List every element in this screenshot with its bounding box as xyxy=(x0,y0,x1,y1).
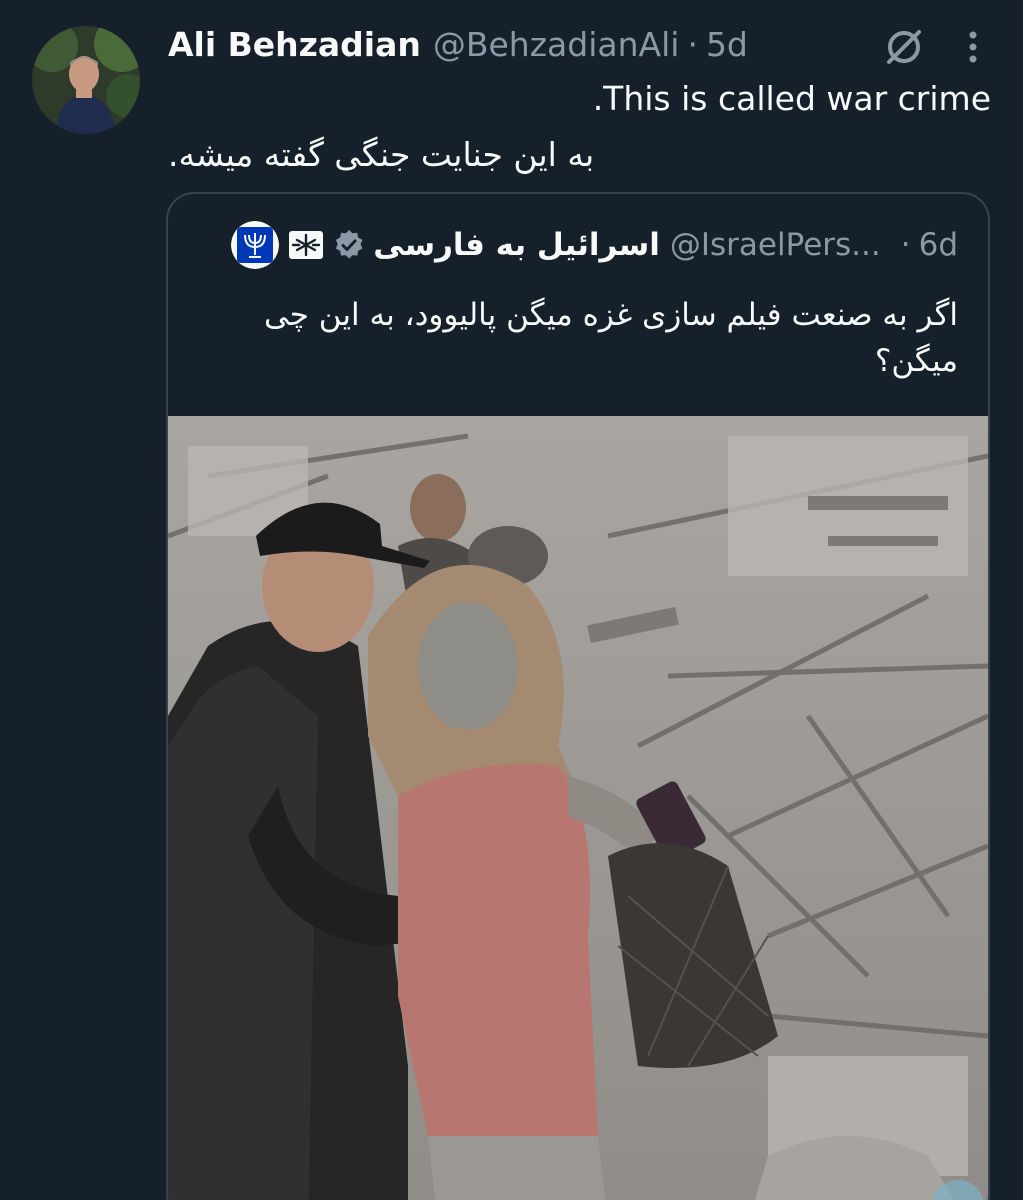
separator-dot: · xyxy=(687,24,698,64)
flag-emoji xyxy=(289,231,324,259)
verified-badge xyxy=(333,229,365,261)
quote-author-display-name[interactable]: اسرائیل به فارسی xyxy=(373,227,660,263)
header-actions xyxy=(881,24,983,70)
tweet-text-english: .This is called war crime xyxy=(168,78,991,120)
quote-author-handle[interactable]: @IsraelPers... xyxy=(670,227,881,263)
snowflake-flag-icon xyxy=(289,231,324,259)
tweet-header: Ali Behzadian @BehzadianAli · 5d xyxy=(168,18,983,70)
author-display-name[interactable]: Ali Behzadian xyxy=(168,25,421,64)
more-button[interactable] xyxy=(963,29,983,65)
verified-badge-icon xyxy=(336,229,363,259)
tweet-timestamp[interactable]: 5d xyxy=(706,25,748,64)
tweet-text-persian: به این جنایت جنگی گفته میشه. xyxy=(168,135,595,174)
avatar[interactable] xyxy=(32,26,140,134)
quote-separator-dot: · xyxy=(900,227,911,263)
vertical-dots-icon xyxy=(969,31,977,63)
quote-header: 6d · @IsraelPers... اسرائیل به فارسی xyxy=(198,221,958,269)
tweet-card[interactable]: Ali Behzadian @BehzadianAli · 5d .This i… xyxy=(0,0,1023,1200)
slashed-circle-icon xyxy=(887,30,921,64)
quote-avatar[interactable] xyxy=(231,221,280,269)
menorah-emblem-icon xyxy=(231,221,280,269)
quoted-tweet[interactable]: 6d · @IsraelPers... اسرائیل به فارسی اگر… xyxy=(166,192,990,1200)
grok-button[interactable] xyxy=(881,24,927,70)
avatar-photo xyxy=(32,26,140,134)
quote-timestamp[interactable]: 6d xyxy=(919,227,958,263)
rubble-photo xyxy=(168,416,988,1200)
quote-media-image[interactable] xyxy=(168,416,988,1200)
author-handle[interactable]: @BehzadianAli xyxy=(433,25,680,64)
quote-text: اگر به صنعت فیلم سازی غزه میگن پالیوود، … xyxy=(263,297,958,379)
tweet-text-english-content: .This is called war crime xyxy=(592,79,991,118)
